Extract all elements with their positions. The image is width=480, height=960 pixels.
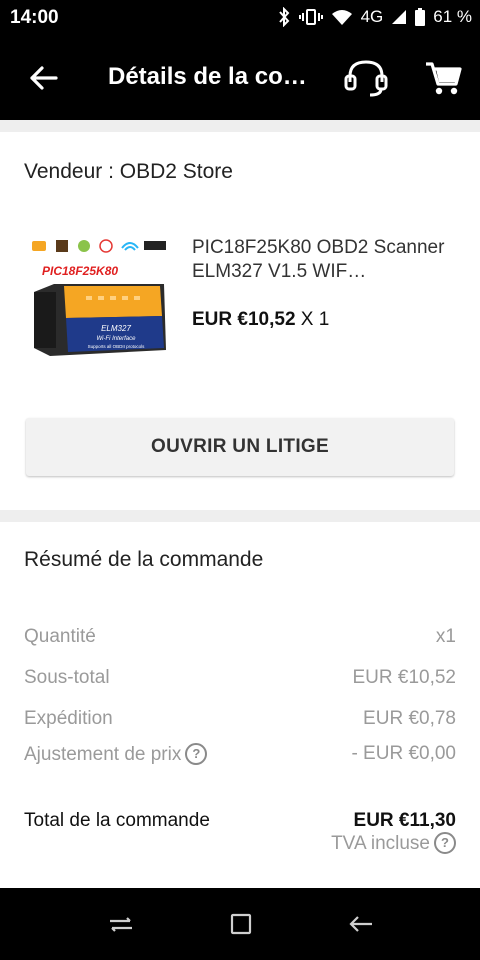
help-icon[interactable]: ? bbox=[434, 832, 456, 854]
summary-value: EUR €0,78 bbox=[363, 708, 456, 729]
back-arrow-icon[interactable] bbox=[26, 61, 60, 95]
tax-note: TVA incluse? bbox=[331, 832, 456, 855]
wifi-icon bbox=[331, 8, 353, 26]
network-type: 4G bbox=[360, 7, 384, 26]
product-price: EUR €10,52 bbox=[192, 309, 296, 330]
summary-label: Quantité bbox=[24, 626, 96, 647]
summary-title: Résumé de la commande bbox=[24, 548, 264, 571]
bluetooth-icon bbox=[277, 7, 291, 27]
compatibility-icons bbox=[32, 239, 166, 253]
summary-value: EUR €10,52 bbox=[352, 667, 456, 688]
product-image[interactable]: PIC18F25K80 ELM327 Wi-Fi Interface Suppo… bbox=[24, 232, 174, 362]
seller-name[interactable]: Vendeur : OBD2 Store bbox=[24, 160, 233, 184]
vibrate-icon bbox=[298, 8, 323, 26]
product-quantity: X 1 bbox=[300, 309, 330, 330]
recent-apps-icon[interactable] bbox=[106, 910, 136, 938]
summary-value: - EUR €0,00 bbox=[351, 743, 456, 764]
battery-level: 61 % bbox=[433, 7, 472, 26]
headset-support-icon[interactable] bbox=[344, 58, 388, 98]
summary-label: Sous-total bbox=[24, 667, 110, 688]
open-dispute-button[interactable]: OUVRIR UN LITIGE bbox=[26, 418, 454, 476]
device-support-label: Supports all OBDII protocols bbox=[88, 344, 146, 349]
section-divider bbox=[0, 120, 480, 132]
summary-label: Expédition bbox=[24, 708, 113, 729]
page-title: Détails de la co… bbox=[108, 63, 307, 90]
status-bar: 14:00 4G 61 % bbox=[0, 0, 480, 36]
summary-label-with-help: Ajustement de prix? bbox=[24, 743, 208, 766]
battery-icon bbox=[415, 8, 426, 26]
product-price-line: EUR €10,52 X 1 bbox=[192, 309, 329, 331]
tax-note-label: TVA incluse bbox=[331, 833, 430, 854]
summary-value: x1 bbox=[435, 626, 456, 647]
obd-device-illustration: ELM327 Wi-Fi Interface Supports all OBDI… bbox=[34, 284, 166, 356]
status-time: 14:00 bbox=[10, 7, 59, 28]
device-sub-label: Wi-Fi Interface bbox=[97, 336, 137, 342]
device-brand-label: ELM327 bbox=[101, 324, 131, 333]
total-label: Total de la commande bbox=[24, 810, 210, 831]
summary-label: Ajustement de prix bbox=[24, 744, 182, 765]
total-value: EUR €11,30 bbox=[353, 810, 456, 831]
cell-signal-icon bbox=[391, 9, 407, 25]
help-icon[interactable]: ? bbox=[185, 743, 208, 765]
home-icon[interactable] bbox=[226, 910, 256, 938]
cart-icon[interactable] bbox=[424, 60, 462, 96]
app-bar: Détails de la co… bbox=[0, 36, 480, 120]
back-nav-icon[interactable] bbox=[346, 910, 376, 938]
status-icons: 4G 61 % bbox=[277, 7, 472, 27]
product-image-caption: PIC18F25K80 bbox=[42, 264, 118, 278]
product-title[interactable]: PIC18F25K80 OBD2 Scanner ELM327 V1.5 WIF… bbox=[192, 236, 462, 284]
section-divider bbox=[0, 510, 480, 522]
system-nav-bar bbox=[0, 888, 480, 960]
